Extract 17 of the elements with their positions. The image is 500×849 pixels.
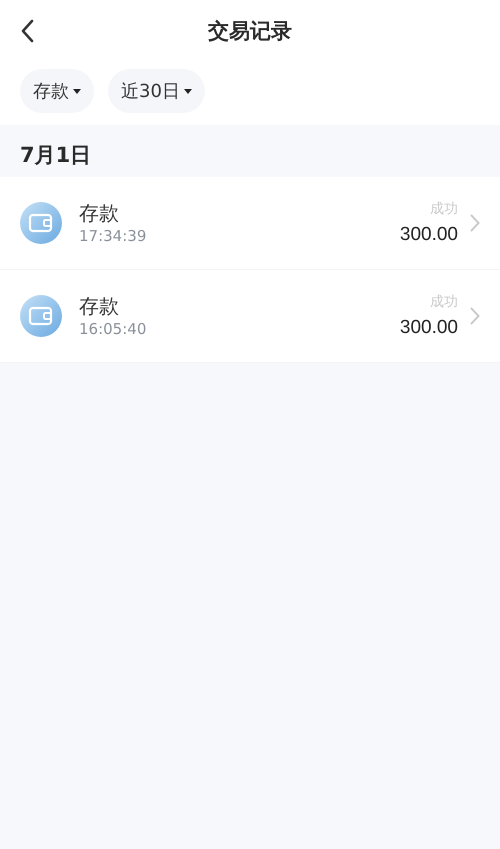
page-title: 交易记录 xyxy=(208,18,292,45)
date-heading: 7月1日 xyxy=(19,142,92,169)
filter-dropdown[interactable]: 存款 xyxy=(20,69,94,113)
wallet-icon xyxy=(20,295,62,337)
transaction-type: 存款 xyxy=(79,200,120,226)
transaction-time: 17:34:39 xyxy=(79,226,148,246)
transaction-time: 16:05:40 xyxy=(79,319,148,339)
transaction-type: 存款 xyxy=(79,293,120,319)
back-icon xyxy=(20,19,34,43)
chevron-right-icon xyxy=(470,307,480,325)
chevron-right-icon xyxy=(470,214,480,232)
caret-icon xyxy=(184,88,192,94)
wallet-icon xyxy=(20,202,62,244)
transaction-amount: 300.00 xyxy=(400,317,458,339)
caret-icon xyxy=(73,88,81,94)
filter-dropdown[interactable]: 近30日 xyxy=(108,69,205,113)
transaction-amount: 300.00 xyxy=(400,224,458,246)
